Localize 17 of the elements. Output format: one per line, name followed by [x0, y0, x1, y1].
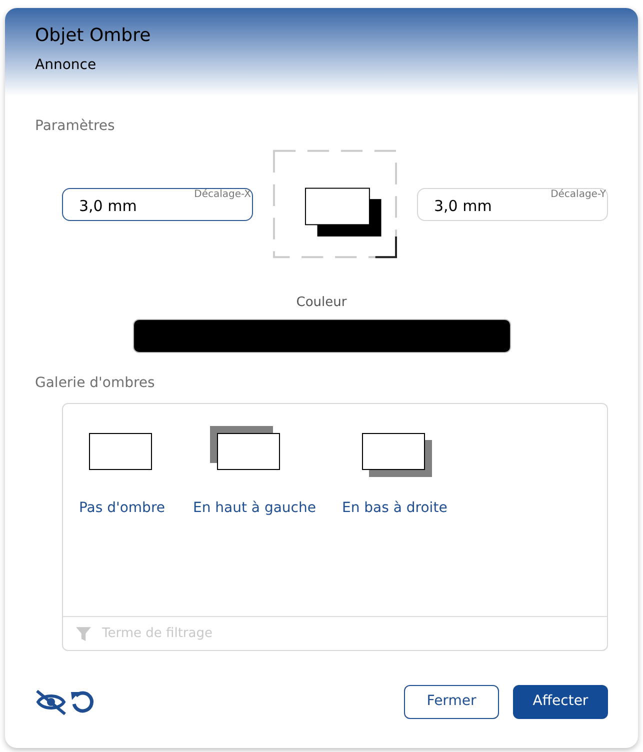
hidden-eye-icon[interactable]	[35, 688, 67, 714]
gallery-item-link[interactable]: Pas d'ombre	[78, 498, 166, 518]
gallery-item-link[interactable]: En bas à droite	[342, 498, 448, 518]
shadow-preview-icon	[273, 149, 397, 259]
field-label: Décalage-X	[194, 188, 251, 202]
section-heading: Galerie d'ombres	[35, 374, 155, 392]
dialog-title: Objet Ombre	[35, 24, 151, 48]
color-label: Couleur	[296, 294, 347, 312]
dialog-subtitle: Annonce	[35, 56, 96, 75]
section-heading: Paramètres	[35, 117, 115, 136]
apply-button[interactable]: Affecter	[513, 684, 608, 718]
gallery-item-link[interactable]: En haut à gauche	[193, 498, 316, 518]
field-label: Décalage-Y	[550, 188, 606, 202]
filter-icon	[75, 624, 92, 642]
color-swatch[interactable]	[132, 318, 510, 352]
close-button[interactable]: Fermer	[404, 684, 499, 718]
reset-icon[interactable]	[69, 688, 95, 714]
